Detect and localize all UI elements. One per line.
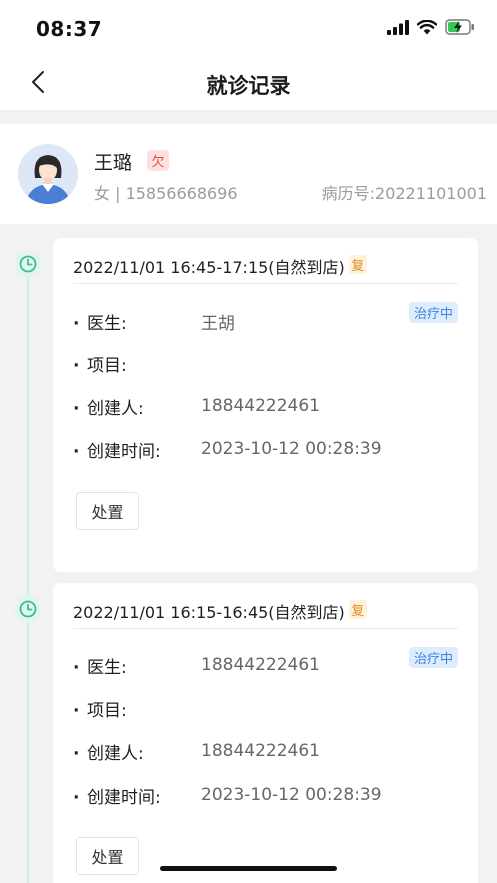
doctor-label: · 医生:	[73, 657, 127, 678]
return-visit-badge: 复	[348, 600, 367, 619]
return-visit-badge: 复	[348, 255, 367, 274]
creator-value: 18844222461	[201, 396, 320, 416]
battery-icon	[445, 19, 475, 39]
visit-header: 2022/11/01 16:45-17:15(自然到店) 复	[73, 254, 458, 284]
project-row: · 项目:	[73, 351, 458, 376]
visit-record-card[interactable]: 2022/11/01 16:15-16:45(自然到店) 复 治疗中 · 医生: …	[53, 583, 478, 883]
timeline-line	[27, 262, 29, 883]
creator-label: · 创建人:	[73, 398, 144, 419]
project-label: · 项目:	[73, 700, 127, 721]
doctor-label: · 医生:	[73, 313, 127, 334]
created-time-label: · 创建时间:	[73, 441, 161, 462]
clock-icon	[14, 595, 42, 623]
patient-name: 王璐	[94, 152, 133, 174]
top-bar: 08:37 就诊记录	[0, 0, 497, 110]
medical-record-number: 病历号:20221101001	[321, 184, 487, 203]
project-row: · 项目:	[73, 696, 458, 721]
created-time-value: 2023-10-12 00:28:39	[201, 785, 382, 805]
handle-button[interactable]: 处置	[76, 492, 139, 530]
visit-header: 2022/11/01 16:15-16:45(自然到店) 复	[73, 599, 458, 629]
screen: 08:37 就诊记录 王璐 欠 女 | 15856668696 病历号:2022…	[0, 0, 497, 883]
created-time-row: · 创建时间: 2023-10-12 00:28:39	[73, 783, 458, 808]
visit-record-card[interactable]: 2022/11/01 16:45-17:15(自然到店) 复 治疗中 · 医生: …	[53, 238, 478, 572]
wifi-icon	[416, 19, 438, 39]
patient-gender-phone: 女 | 15856668696	[94, 184, 238, 203]
visit-time: 2022/11/01 16:45-17:15(自然到店)	[73, 258, 345, 277]
clock-icon	[14, 250, 42, 278]
created-time-label: · 创建时间:	[73, 787, 161, 808]
doctor-row: · 医生: 王胡	[73, 309, 458, 334]
handle-button[interactable]: 处置	[76, 837, 139, 875]
created-time-row: · 创建时间: 2023-10-12 00:28:39	[73, 437, 458, 462]
owe-badge: 欠	[147, 150, 169, 171]
creator-label: · 创建人:	[73, 743, 144, 764]
page-title: 就诊记录	[206, 74, 291, 98]
avatar	[18, 144, 78, 204]
creator-value: 18844222461	[201, 741, 320, 761]
doctor-row: · 医生: 18844222461	[73, 653, 458, 678]
creator-row: · 创建人: 18844222461	[73, 739, 458, 764]
doctor-value: 18844222461	[201, 655, 320, 675]
patient-card[interactable]: 王璐 欠 女 | 15856668696 病历号:20221101001	[0, 124, 497, 224]
signal-icon	[387, 19, 409, 39]
project-label: · 项目:	[73, 355, 127, 376]
status-icons	[387, 19, 475, 39]
home-indicator	[160, 866, 337, 871]
creator-row: · 创建人: 18844222461	[73, 394, 458, 419]
created-time-value: 2023-10-12 00:28:39	[201, 439, 382, 459]
doctor-value: 王胡	[201, 313, 235, 334]
status-time: 08:37	[36, 17, 103, 41]
visit-time: 2022/11/01 16:15-16:45(自然到店)	[73, 603, 345, 622]
